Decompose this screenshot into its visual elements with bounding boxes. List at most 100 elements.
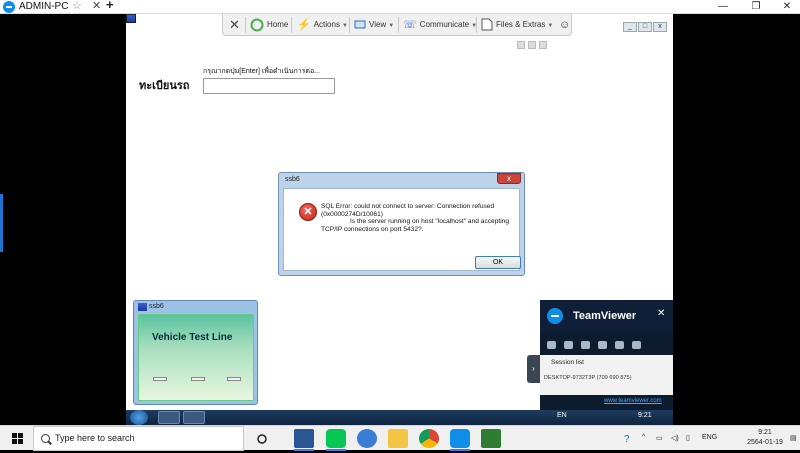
session-list: Session list DESKTOP-9732T3P (709 690 87… (540, 355, 673, 395)
back-icon[interactable] (632, 341, 641, 349)
task-view-icon[interactable] (252, 429, 272, 448)
home-label: Home (267, 20, 289, 29)
teamviewer-logo-icon (3, 1, 15, 13)
remote-taskbar-app-ssb6[interactable] (183, 411, 205, 424)
language-indicator[interactable]: ENG (702, 434, 717, 441)
ssb6-app-icon (138, 303, 147, 311)
feedback-smiley-icon[interactable]: ☺ (559, 14, 570, 36)
error-icon: ✕ (299, 203, 317, 221)
license-plate-input[interactable] (203, 78, 335, 94)
panel-collapse-arrow[interactable]: › (527, 355, 540, 383)
error-line-4: TCP/IP connections on port 5432?. (321, 225, 424, 233)
search-placeholder: Type here to search (55, 433, 135, 443)
file-explorer-icon[interactable] (388, 429, 408, 448)
clock[interactable]: 9:21 2564-01-19 (745, 428, 785, 448)
dialog-close-button[interactable]: x (497, 173, 521, 184)
remote-maximize-button[interactable]: □ (638, 22, 652, 32)
files-label: Files & Extras (496, 20, 546, 29)
add-tab-icon[interactable]: + (106, 0, 114, 12)
communicate-label: Communicate (419, 20, 470, 30)
connection-tab-title[interactable]: ADMIN-PC (19, 0, 68, 14)
star-icon[interactable]: ☆ (72, 0, 82, 13)
teamviewer-panel-header: TeamViewer ✕ (540, 300, 673, 332)
teamviewer-link[interactable]: www.teamviewer.com (604, 398, 662, 404)
files-extras-menu[interactable]: Files & Extras ▼ (481, 14, 553, 36)
teamviewer-panel: TeamViewer ✕ Session list DESKTOP-9732T3… (540, 300, 673, 410)
ssb6-body: Vehicle Test Line (138, 314, 254, 401)
actions-menu[interactable]: ⚡ Actions ▼ (297, 14, 348, 36)
close-session-icon[interactable]: ✕ (229, 14, 240, 36)
volume-icon[interactable]: ◁) (671, 434, 679, 442)
clock-date: 2564-01-19 (747, 439, 783, 446)
teamviewer-toolbar: ✕ Home ⚡ Actions ▼ View ▼ ☏ Communicate ▼ Fil… (222, 14, 572, 36)
vehicle-test-line-heading: Vehicle Test Line (152, 332, 233, 343)
teamviewer-title-bar: ADMIN-PC ☆ ✕ + — ❐ ✕ (0, 0, 800, 14)
battery-icon[interactable]: ▯ (686, 434, 690, 442)
mini-button[interactable] (191, 377, 205, 381)
ssb6-window-preview[interactable]: ssb6 Vehicle Test Line (133, 300, 258, 405)
tray-expand-icon[interactable]: ^ (642, 434, 645, 441)
file-icon (481, 18, 493, 31)
network-icon[interactable]: ▭ (656, 434, 663, 442)
license-plate-label: ทะเบียนรถ (139, 80, 190, 92)
ssb6-title: ssb6 (149, 303, 164, 310)
restore-icon[interactable]: ❐ (743, 0, 769, 14)
headset-icon[interactable] (564, 341, 573, 349)
line-app-icon[interactable] (326, 429, 346, 451)
screen-icon[interactable] (598, 341, 607, 349)
phone-icon: ☏ (403, 19, 417, 31)
view-menu[interactable]: View ▼ (354, 14, 394, 36)
side-handle[interactable] (0, 194, 3, 252)
clock-time: 9:21 (758, 429, 772, 436)
remote-minimize-button[interactable]: _ (623, 22, 637, 32)
dialog-message: SQL Error: could not connect to server: … (321, 203, 511, 233)
green-app-icon[interactable] (481, 429, 501, 448)
remote-clock[interactable]: 9:21 (638, 412, 652, 419)
sql-error-dialog: ssb6 x ✕ SQL Error: could not connect to… (278, 172, 525, 276)
help-icon[interactable]: ? (624, 434, 630, 445)
ok-button[interactable]: OK (475, 256, 521, 269)
remote-taskbar-app-teamviewer[interactable] (158, 411, 180, 424)
teamviewer-brand: TeamViewer (573, 310, 637, 322)
panel-icons (547, 336, 667, 349)
pen-icon[interactable] (615, 341, 624, 349)
remote-language[interactable]: EN (557, 412, 567, 419)
remote-start-button[interactable] (130, 410, 148, 425)
monitor-icon (354, 20, 366, 29)
session-list-title[interactable]: Session list (551, 359, 584, 366)
search-icon (41, 434, 50, 443)
error-line-2: (0x0000274D/10061) (321, 210, 383, 218)
close-tab-icon[interactable]: ✕ (92, 0, 101, 13)
more-icon[interactable] (539, 41, 547, 49)
video-icon[interactable] (547, 341, 556, 349)
grid-icon[interactable] (517, 41, 525, 49)
app-icon (126, 14, 136, 23)
remote-taskbar: EN 9:21 (126, 410, 673, 425)
windows-start-icon[interactable] (12, 433, 23, 444)
taskbar-search-box[interactable]: Type here to search (33, 426, 244, 451)
session-item[interactable]: DESKTOP-9732T3P (709 690 875) (544, 375, 631, 381)
globe-app-icon[interactable] (357, 429, 377, 448)
expand-icon[interactable] (528, 41, 536, 49)
actions-label: Actions (313, 20, 340, 30)
teamviewer-taskbar-icon[interactable] (450, 429, 470, 451)
view-label: View (369, 20, 387, 29)
mini-button[interactable] (153, 377, 167, 381)
home-button[interactable]: Home (250, 14, 288, 36)
chrome-icon[interactable] (419, 429, 439, 448)
dialog-body: ✕ SQL Error: could not connect to server… (283, 188, 521, 271)
minimize-icon[interactable]: — (710, 0, 736, 14)
toolbar-subbar (517, 36, 555, 49)
panel-close-icon[interactable]: ✕ (657, 308, 665, 319)
notification-icon[interactable]: ▤ (790, 434, 797, 442)
visio-app-icon[interactable] (294, 429, 314, 451)
remote-window-controls: _ □ x (622, 15, 670, 32)
error-line-1: SQL Error: could not connect to server: … (321, 203, 495, 210)
error-line-3: Is the server running on host "localhost… (350, 218, 509, 226)
communicate-menu[interactable]: ☏ Communicate ▼ (403, 14, 477, 36)
mini-button[interactable] (227, 377, 241, 381)
chat-icon[interactable] (581, 341, 590, 349)
windows-taskbar: Type here to search ? ^ ▭ ◁) ▯ ENG 9:21 … (0, 425, 800, 451)
remote-close-button[interactable]: x (653, 22, 667, 32)
window-close-icon[interactable]: ✕ (774, 0, 800, 14)
